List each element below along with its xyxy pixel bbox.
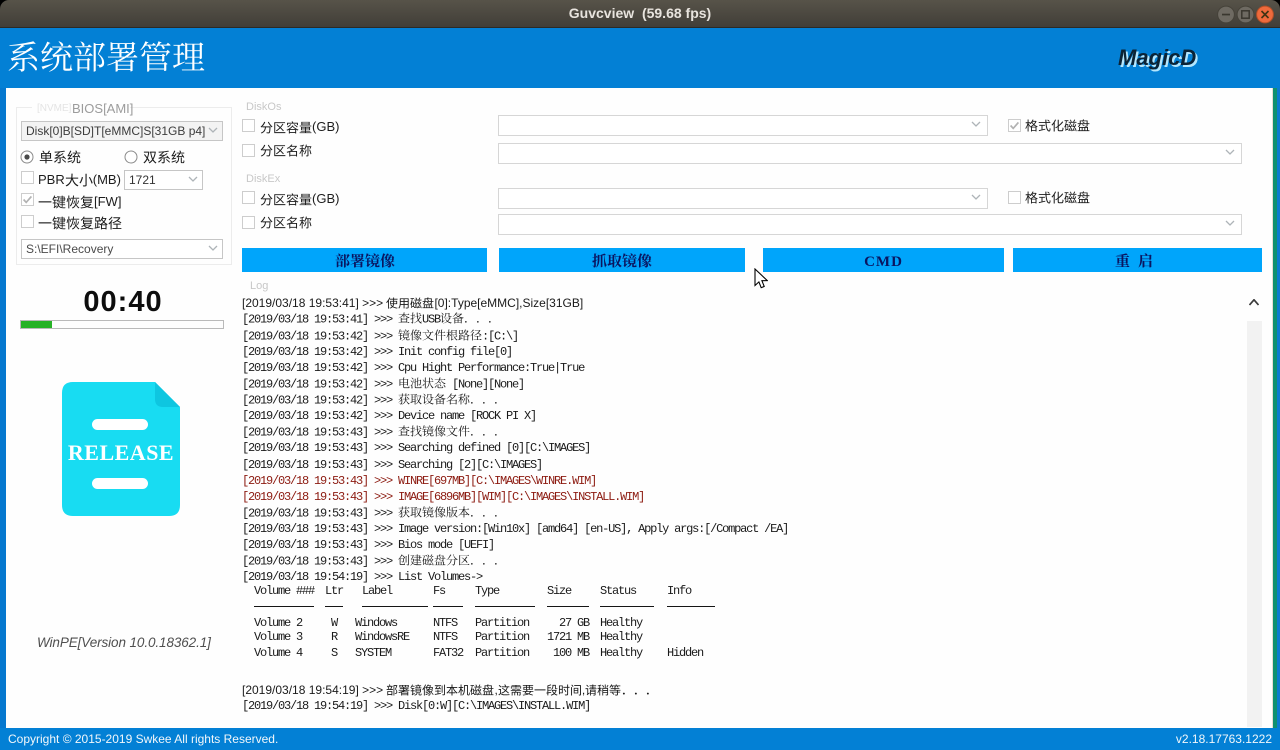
svg-text:RELEASE: RELEASE [68,440,174,465]
